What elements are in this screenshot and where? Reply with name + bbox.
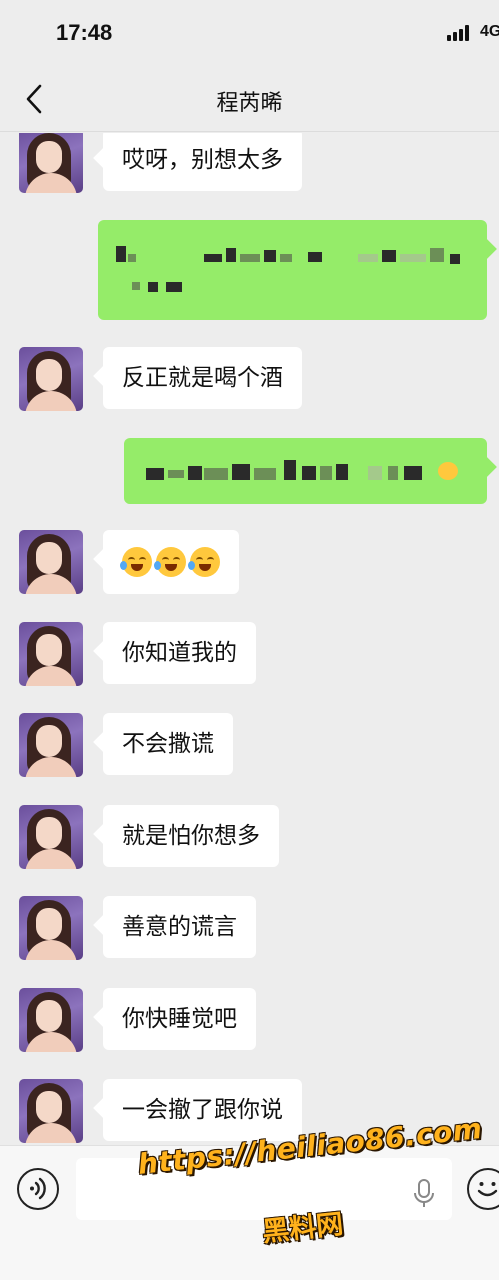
tears-of-joy-icon bbox=[188, 546, 220, 577]
tears-of-joy-icon bbox=[120, 546, 152, 577]
contact-avatar[interactable] bbox=[19, 805, 83, 869]
contact-avatar[interactable] bbox=[19, 530, 83, 594]
mic-icon[interactable] bbox=[413, 1179, 435, 1209]
message-bubble[interactable]: 不会撒谎 bbox=[103, 713, 233, 775]
network-label: 4G bbox=[480, 23, 499, 40]
status-time: 17:48 bbox=[56, 20, 113, 45]
message-text: 反正就是喝个酒 bbox=[122, 365, 283, 391]
message-row: 不会撒谎 bbox=[0, 713, 499, 777]
message-text: 一会撤了跟你说 bbox=[122, 1097, 283, 1123]
contact-avatar[interactable] bbox=[19, 713, 83, 777]
contact-avatar[interactable] bbox=[19, 1079, 83, 1143]
message-bubble[interactable]: 善意的谎言 bbox=[103, 896, 256, 958]
message-bubble[interactable]: 你知道我的 bbox=[103, 622, 256, 684]
contact-avatar[interactable] bbox=[19, 622, 83, 686]
contact-avatar[interactable] bbox=[19, 988, 83, 1052]
message-bubble[interactable]: 反正就是喝个酒 bbox=[103, 347, 302, 409]
message-row bbox=[0, 530, 499, 594]
contact-avatar[interactable] bbox=[19, 133, 83, 193]
status-bar: 17:48 4G bbox=[0, 0, 499, 66]
message-bubble[interactable]: 就是怕你想多 bbox=[103, 805, 279, 867]
message-text: 不会撒谎 bbox=[122, 731, 214, 757]
contact-avatar[interactable] bbox=[19, 896, 83, 960]
nav-bar: 程芮晞 bbox=[0, 66, 499, 132]
message-bubble[interactable]: 哎呀，别想太多 bbox=[103, 133, 302, 191]
voice-button[interactable] bbox=[17, 1168, 59, 1210]
message-row: 你快睡觉吧 bbox=[0, 988, 499, 1052]
tears-of-joy-icon bbox=[154, 546, 186, 577]
message-row bbox=[0, 438, 499, 504]
message-row: 善意的谎言 bbox=[0, 896, 499, 960]
message-row: 哎呀，别想太多 bbox=[0, 133, 499, 199]
my-message-bubble-redacted[interactable] bbox=[124, 438, 487, 504]
message-row: 反正就是喝个酒 bbox=[0, 347, 499, 411]
message-bubble[interactable] bbox=[103, 530, 239, 594]
emoji-button[interactable] bbox=[467, 1168, 499, 1210]
message-list[interactable]: 哎呀，别想太多 反正就是喝个酒 你知道我的 不会撒谎 就是怕你想多 善意的谎言 … bbox=[0, 133, 499, 1145]
message-row bbox=[0, 220, 499, 320]
voice-icon bbox=[30, 1177, 46, 1200]
message-text: 善意的谎言 bbox=[122, 914, 237, 940]
message-row: 你知道我的 bbox=[0, 622, 499, 686]
message-text: 就是怕你想多 bbox=[122, 823, 260, 849]
message-bubble[interactable]: 你快睡觉吧 bbox=[103, 988, 256, 1050]
signal-icon bbox=[447, 25, 473, 41]
message-bubble[interactable]: 一会撤了跟你说 bbox=[103, 1079, 302, 1141]
emoji-icon bbox=[477, 1182, 498, 1197]
my-message-bubble-redacted[interactable] bbox=[98, 220, 487, 320]
message-row: 就是怕你想多 bbox=[0, 805, 499, 869]
message-text: 哎呀，别想太多 bbox=[122, 147, 283, 173]
message-text: 你知道我的 bbox=[122, 640, 237, 666]
chat-title: 程芮晞 bbox=[216, 91, 283, 116]
message-text: 你快睡觉吧 bbox=[122, 1006, 237, 1032]
contact-avatar[interactable] bbox=[19, 347, 83, 411]
